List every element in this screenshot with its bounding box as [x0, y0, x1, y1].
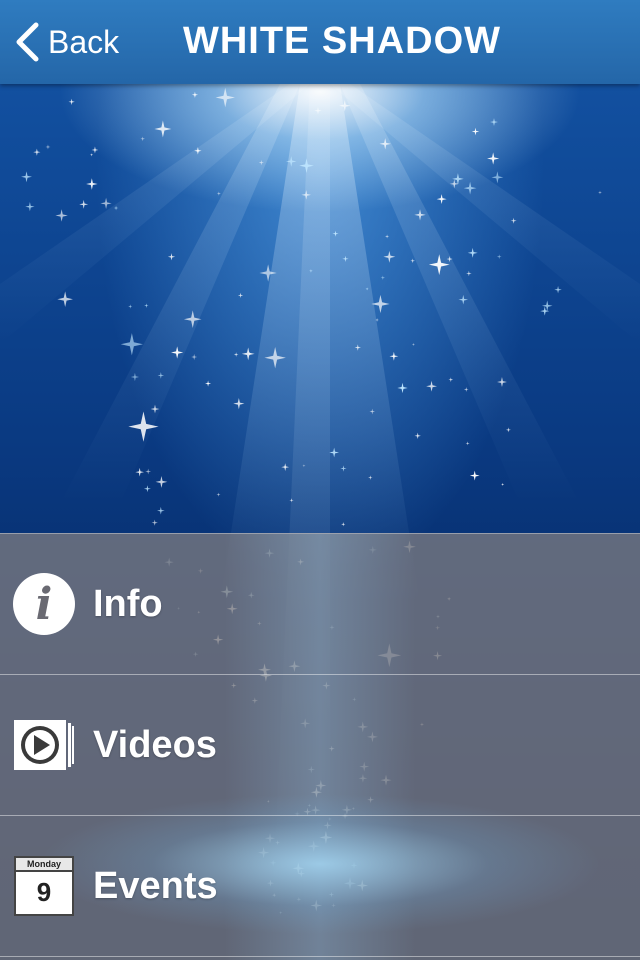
- menu-item-label: Videos: [93, 723, 217, 766]
- sparkle-star: [215, 87, 235, 108]
- sparkle-star: [205, 380, 212, 387]
- sparkle-star: [191, 354, 198, 360]
- info-icon: i: [12, 572, 76, 636]
- sparkle-star: [144, 303, 149, 308]
- sparkle-star: [466, 270, 472, 277]
- sparkle-star: [426, 380, 437, 392]
- sparkle-star: [471, 127, 480, 136]
- sparkle-star: [384, 234, 390, 239]
- sparkle-star: [448, 377, 454, 383]
- sparkle-star: [436, 194, 447, 205]
- sparkle-star: [389, 351, 399, 361]
- sparkle-star: [68, 98, 75, 105]
- sparkle-star: [501, 482, 505, 487]
- menu-item-info[interactable]: i Info: [0, 534, 640, 675]
- menu-item-label: Info: [93, 582, 163, 625]
- sparkle-star: [90, 153, 94, 157]
- sparkle-star: [25, 202, 35, 212]
- sparkle-star: [380, 275, 386, 280]
- menu-item-label: Events: [93, 864, 218, 907]
- sparkle-star: [241, 347, 255, 361]
- sparkle-star: [216, 492, 221, 497]
- sparkle-star: [151, 519, 158, 526]
- calendar-badge: Monday 9: [14, 856, 74, 916]
- sparkle-star: [55, 209, 68, 222]
- sparkle-star: [414, 432, 421, 440]
- info-glyph: i: [35, 579, 53, 630]
- sparkle-star: [467, 247, 478, 258]
- sparkle-star: [157, 506, 165, 515]
- sparkle-star: [45, 144, 51, 150]
- sparkle-star: [233, 352, 239, 357]
- menu-list: i Info Videos Monday 9 Events: [0, 533, 640, 960]
- sparkle-star: [79, 199, 89, 209]
- sparkle-star: [465, 441, 470, 446]
- sparkle-star: [469, 470, 480, 481]
- calendar-day: 9: [36, 877, 52, 907]
- sparkle-star: [541, 300, 553, 312]
- sparkle-star: [411, 342, 416, 347]
- sparkle-star: [491, 171, 504, 184]
- menu-item-videos[interactable]: Videos: [0, 675, 640, 816]
- sparkle-star: [237, 292, 244, 299]
- sparkle-star: [143, 485, 151, 493]
- sparkle-star: [233, 398, 245, 410]
- sparkle-star: [191, 91, 199, 98]
- sparkle-star: [91, 146, 99, 154]
- navigation-bar: Back WHITE SHADOW: [0, 0, 640, 84]
- sparkle-star: [554, 286, 562, 294]
- sparkle-star: [140, 136, 145, 142]
- sparkle-star: [487, 152, 500, 165]
- sparkle-star: [463, 387, 469, 392]
- sparkle-star: [100, 197, 112, 209]
- play-video-icon: [12, 713, 76, 777]
- sparkle-star: [154, 120, 172, 138]
- sparkle-star: [216, 191, 221, 196]
- page-title: WHITE SHADOW: [182, 20, 502, 62]
- sparkle-star: [383, 250, 396, 263]
- info-circle: i: [13, 573, 75, 635]
- sparkle-star: [155, 476, 168, 488]
- menu-item-events[interactable]: Monday 9 Events: [0, 816, 640, 957]
- sparkle-star: [490, 118, 498, 127]
- sparkle-star: [540, 306, 550, 316]
- calendar-weekday: Monday: [16, 858, 72, 872]
- sparkle-star: [135, 467, 145, 477]
- sparkle-star: [397, 382, 408, 394]
- sparkle-star: [598, 190, 602, 195]
- calendar-icon: Monday 9: [12, 854, 76, 918]
- sparkle-star: [496, 254, 502, 260]
- sparkle-star: [145, 468, 152, 475]
- sparkle-star: [21, 171, 32, 183]
- sparkle-star: [128, 304, 133, 309]
- sparkle-star: [410, 258, 415, 264]
- sparkle-star: [167, 253, 176, 261]
- sparkle-star: [86, 178, 98, 190]
- sparkle-star: [33, 148, 41, 156]
